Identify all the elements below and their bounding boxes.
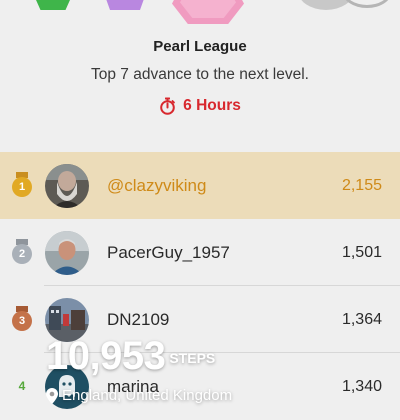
silver-medal-icon: 2 [12, 243, 32, 264]
player-name: DN2109 [107, 309, 170, 329]
league-subtitle: Top 7 advance to the next level. [90, 66, 309, 83]
leaderboard-row[interactable]: 1 @clazyviking 2,155 [0, 152, 400, 219]
player-score: 1,340 [341, 377, 382, 395]
leaderboard-list: 1 @clazyviking 2,155 2 PacerGuy_1957 1,5… [0, 152, 400, 420]
player-name: @clazyviking [107, 175, 207, 195]
locked-league-badge-icon[interactable] [298, 0, 354, 10]
league-badges-strip [0, 0, 400, 24]
locked-league-badge-icon[interactable] [342, 0, 392, 8]
league-title: Pearl League [153, 38, 247, 55]
rank-badge: 3 [11, 305, 33, 331]
leaderboard-row[interactable]: 2 PacerGuy_1957 1,501 [0, 219, 400, 286]
pearl-league-badge-icon[interactable] [172, 0, 244, 24]
rank-badge: 2 [11, 238, 33, 264]
player-name: PacerGuy_1957 [107, 242, 230, 262]
bronze-medal-icon: 3 [12, 310, 32, 331]
league-header: Pearl League Top 7 advance to the next l… [0, 38, 400, 120]
player-score: 2,155 [341, 176, 382, 194]
steps-label: STEPS [169, 350, 216, 366]
amethyst-league-badge-icon[interactable] [100, 0, 150, 10]
stopwatch-icon [160, 97, 176, 115]
timer-text: 6 Hours [183, 97, 241, 114]
steps-overlay: 10,953 STEPS [46, 334, 215, 379]
emerald-league-badge-icon[interactable] [28, 0, 78, 10]
avatar[interactable] [45, 163, 89, 208]
location-pin-icon [46, 387, 58, 404]
rank-badge: 4 [11, 376, 33, 398]
location-overlay: England, United Kingdom [46, 387, 232, 404]
rank-number: 4 [18, 378, 26, 393]
player-score: 1,501 [341, 243, 382, 261]
location-text: England, United Kingdom [62, 387, 233, 404]
rank-badge: 1 [11, 171, 33, 197]
player-score: 1,364 [341, 310, 382, 328]
steps-count: 10,953 [46, 334, 166, 378]
league-timer: 6 Hours [159, 97, 241, 115]
gold-medal-icon: 1 [12, 176, 32, 197]
avatar[interactable] [45, 230, 89, 275]
